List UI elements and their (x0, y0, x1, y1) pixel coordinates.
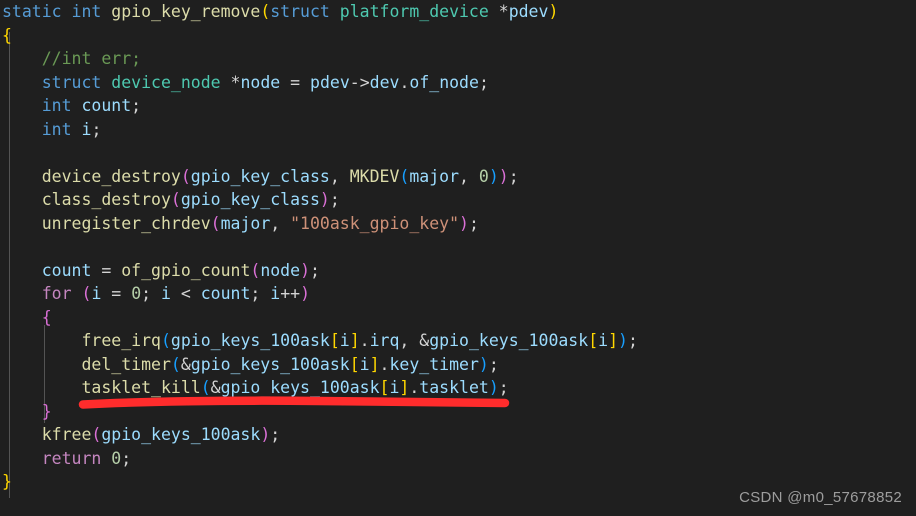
code-line-1: static int gpio_key_remove(struct platfo… (2, 2, 559, 21)
code-line-15: free_irq(gpio_keys_100ask[i].irq, &gpio_… (81, 331, 638, 350)
code-line-16: del_timer(&gpio_keys_100ask[i].key_timer… (81, 354, 499, 374)
code-line-18: } (41, 401, 52, 421)
code-line-14: { (41, 307, 52, 327)
code-line-4: struct device_node *node = pdev->dev.of_… (41, 72, 489, 92)
csdn-watermark: CSDN @m0_57678852 (739, 489, 902, 506)
code-line-10: unregister_chrdev(major, "100ask_gpio_ke… (41, 213, 479, 233)
code-line-17-annotated: tasklet_kill(&gpio_keys_100ask[i].taskle… (81, 378, 509, 397)
code-line-2: { (2, 25, 12, 45)
code-editor[interactable]: static int gpio_key_remove(struct platfo… (0, 0, 916, 516)
code-line-9: class_destroy(gpio_key_class); (41, 190, 340, 209)
code-line-5: int count; (41, 96, 142, 115)
code-line-3: //int err; (41, 49, 142, 68)
code-line-20: return 0; (41, 448, 132, 468)
code-line-8: device_destroy(gpio_key_class, MKDEV(maj… (41, 166, 519, 186)
code-line-6: int i; (41, 119, 102, 139)
code-line-19: kfree(gpio_keys_100ask); (41, 425, 281, 444)
code-line-12: count = of_gpio_count(node); (41, 260, 320, 280)
code-content[interactable]: static int gpio_key_remove(struct platfo… (0, 0, 916, 494)
code-line-13: for (i = 0; i < count; i++) (41, 284, 311, 303)
